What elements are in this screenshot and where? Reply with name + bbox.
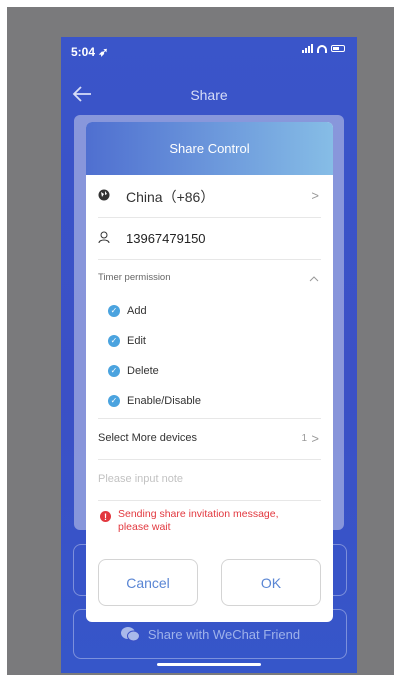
page-title: Share (190, 87, 228, 103)
status-icons (302, 44, 345, 53)
permission-enable-disable[interactable]: ✓ Enable/Disable (108, 393, 201, 409)
dialog-header: Share Control (86, 122, 333, 175)
permission-delete[interactable]: ✓ Delete (108, 363, 159, 379)
chevron-right-icon: > (311, 431, 319, 446)
note-input[interactable]: Please input note (98, 460, 321, 501)
error-text: Sending share invitation message, please… (118, 508, 279, 533)
status-time-label: 5:04 (71, 45, 96, 59)
globe-icon (98, 189, 110, 201)
timer-permission-label: Timer permission (98, 272, 171, 283)
permission-edit[interactable]: ✓ Edit (108, 333, 146, 349)
chevron-right-icon: > (311, 188, 319, 203)
battery-icon (331, 45, 345, 52)
status-bar: 5:04 ➶ (61, 37, 357, 67)
country-selector[interactable]: China（+86） > (98, 175, 321, 218)
check-circle-icon: ✓ (108, 365, 120, 377)
check-circle-icon: ✓ (108, 395, 120, 407)
permission-add[interactable]: ✓ Add (108, 303, 147, 319)
country-label: China（+86） (126, 189, 215, 205)
select-devices-label: Select More devices (98, 432, 198, 444)
home-indicator (157, 663, 261, 666)
wifi-icon (317, 44, 327, 53)
status-time: 5:04 ➶ (71, 45, 108, 59)
select-devices-row[interactable]: Select More devices 1 > (98, 419, 321, 460)
permission-label: Edit (127, 335, 146, 347)
timer-permission-header[interactable]: Timer permission (98, 272, 321, 288)
check-circle-icon: ✓ (108, 305, 120, 317)
check-circle-icon: ✓ (108, 335, 120, 347)
note-placeholder: Please input note (98, 473, 184, 485)
dialog-title: Share Control (169, 141, 250, 156)
error-icon: ! (100, 511, 111, 522)
permission-label: Add (127, 305, 147, 317)
location-arrow-icon: ➶ (98, 45, 109, 59)
wechat-icon (120, 627, 140, 642)
signal-icon (302, 44, 313, 53)
cancel-button[interactable]: Cancel (98, 559, 198, 606)
ok-button[interactable]: OK (221, 559, 321, 606)
permission-label: Enable/Disable (127, 395, 201, 407)
share-control-dialog: Share Control China（+86） > 13967479150 T… (86, 122, 333, 622)
error-message: ! Sending share invitation message, plea… (100, 508, 310, 534)
cancel-label: Cancel (126, 574, 170, 591)
share-wechat-label: Share with WeChat Friend (147, 626, 301, 642)
chevron-up-icon (309, 276, 319, 282)
user-icon (98, 231, 110, 244)
nav-bar: Share (61, 81, 357, 109)
phone-field[interactable]: 13967479150 (98, 218, 321, 260)
screenshot-frame: 5:04 ➶ Share Share with WeChat Friend Sh… (7, 7, 394, 675)
device-count: 1 (301, 433, 307, 444)
ok-label: OK (260, 574, 282, 591)
phone-screen: 5:04 ➶ Share Share with WeChat Friend Sh… (61, 37, 357, 673)
permission-label: Delete (127, 365, 159, 377)
phone-number: 13967479150 (126, 231, 206, 246)
